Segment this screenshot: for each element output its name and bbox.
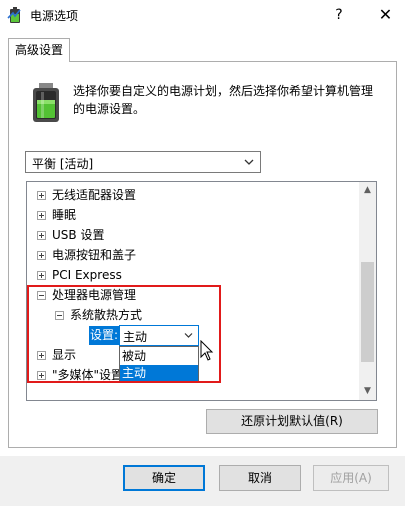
window-title: 电源选项 (30, 9, 79, 23)
power-plan-value: 平衡 [活动] (32, 157, 94, 171)
description-text: 选择你要自定义的电源计划，然后选择你希望计算机管理的电源设置。 (73, 84, 374, 116)
scroll-down-icon[interactable]: ▼ (359, 383, 376, 400)
expand-icon[interactable] (37, 211, 46, 220)
chevron-down-icon (244, 159, 254, 165)
expand-icon[interactable] (37, 251, 46, 260)
help-button[interactable]: ? (322, 0, 356, 30)
tree-scrollbar[interactable]: ▲ ▼ (359, 182, 376, 400)
power-options-icon (7, 7, 21, 23)
restore-defaults-button[interactable]: 还原计划默认值(R) (206, 409, 378, 434)
power-plan-select[interactable]: 平衡 [活动] (25, 151, 261, 173)
scroll-up-icon[interactable]: ▲ (359, 182, 376, 199)
expand-icon[interactable] (37, 191, 46, 200)
highlight-processor-settings (27, 285, 221, 383)
expand-icon[interactable] (37, 271, 46, 280)
tab-advanced-settings[interactable]: 高级设置 (8, 38, 70, 62)
apply-button[interactable]: 应用(A) (313, 465, 389, 491)
battery-icon (33, 83, 59, 122)
title-bar: 电源选项 ? ✕ (0, 0, 405, 30)
ok-button[interactable]: 确定 (123, 465, 205, 491)
expand-icon[interactable] (37, 231, 46, 240)
cancel-button[interactable]: 取消 (219, 465, 301, 491)
close-button[interactable]: ✕ (366, 0, 405, 30)
scroll-thumb[interactable] (361, 262, 374, 362)
